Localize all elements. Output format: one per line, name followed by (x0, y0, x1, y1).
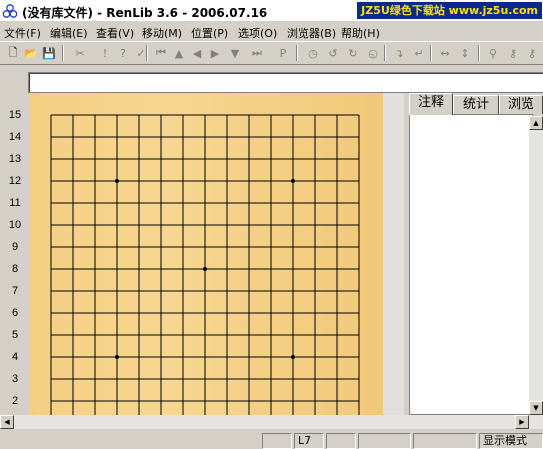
rotate-left-icon[interactable]: ↺ (324, 44, 342, 62)
toolbar: 🗋 📂 💾 ✂ ! ? ✓ ⏮ ▲ ◀ ▶ ▼ ⏭ P ◷ ↺ ↻ ◵ ↴ ↵ … (0, 41, 543, 65)
first-move-icon[interactable]: ⏮ (152, 44, 170, 62)
horizontal-scrollbar[interactable]: ◀ ▶ (0, 415, 543, 429)
row-label: 12 (8, 175, 22, 187)
window-title: (没有库文件) - RenLib 3.6 - 2006.07.16 (22, 6, 268, 20)
status-mode: 显示模式 (479, 433, 543, 449)
star-point (203, 267, 207, 271)
status-cell-empty (262, 433, 292, 449)
row-label: 14 (8, 131, 22, 143)
down-icon[interactable]: ▼ (226, 44, 244, 62)
menu-options[interactable]: 选项(O) (238, 25, 277, 41)
up-icon[interactable]: ▲ (170, 44, 188, 62)
row-label: 5 (11, 329, 19, 341)
find-icon[interactable]: ⚲ (484, 44, 502, 62)
row-label: 7 (11, 285, 19, 297)
rotate-back-icon[interactable]: ◵ (364, 44, 382, 62)
star-point (115, 355, 119, 359)
toolbar-separator (296, 45, 298, 61)
open-folder-icon[interactable]: 📂 (22, 44, 40, 62)
row-label: 4 (11, 351, 19, 363)
scroll-right-icon[interactable]: ▶ (515, 415, 529, 429)
turn-down-left-icon[interactable]: ↵ (410, 44, 428, 62)
position-p-icon[interactable]: P (274, 44, 292, 62)
question-icon[interactable]: ? (114, 44, 132, 62)
row-label: 6 (11, 307, 19, 319)
comment-input[interactable] (28, 72, 543, 93)
save-icon[interactable]: 💾 (40, 44, 58, 62)
scroll-up-icon[interactable]: ▲ (529, 116, 543, 130)
tab-statistics[interactable]: 统计 (453, 95, 499, 114)
menu-file[interactable]: 文件(F) (4, 25, 41, 41)
star-point (291, 179, 295, 183)
renlib-logo-icon (2, 4, 18, 18)
status-cell-empty (358, 433, 411, 449)
status-position: L7 (294, 433, 324, 449)
menu-view[interactable]: 查看(V) (96, 25, 134, 41)
menu-edit[interactable]: 编辑(E) (50, 25, 88, 41)
back-icon[interactable]: ◀ (188, 44, 206, 62)
exclamation-icon[interactable]: ! (96, 44, 114, 62)
star-point (115, 179, 119, 183)
status-cell-empty (326, 433, 356, 449)
row-label: 2 (11, 395, 19, 407)
toolbar-separator (62, 45, 64, 61)
row-label: 9 (11, 241, 19, 253)
menu-move[interactable]: 移动(M) (142, 25, 182, 41)
menu-browser[interactable]: 浏览器(B) (287, 25, 336, 41)
vertical-scrollbar[interactable]: ▲ ▼ (529, 116, 543, 415)
key-alt-icon[interactable]: ⚷ (523, 44, 541, 62)
flip-vertical-icon[interactable]: ↕ (456, 44, 474, 62)
side-panel: 注释 统计 浏览 ▲ ▼ (404, 93, 543, 415)
tab-browse[interactable]: 浏览 (499, 95, 543, 114)
toolbar-separator (384, 45, 386, 61)
menu-help[interactable]: 帮助(H) (341, 25, 380, 41)
board-area: 15 14 13 12 11 10 9 8 7 6 5 4 3 2 (0, 93, 404, 415)
forward-icon[interactable]: ▶ (206, 44, 224, 62)
rotate-right-icon[interactable]: ↻ (344, 44, 362, 62)
menu-position[interactable]: 位置(P) (191, 25, 228, 41)
row-label: 8 (11, 263, 19, 275)
turn-down-right-icon[interactable]: ↴ (390, 44, 408, 62)
cut-icon[interactable]: ✂ (71, 44, 89, 62)
scroll-down-icon[interactable]: ▼ (529, 401, 543, 415)
row-label: 15 (8, 109, 22, 121)
tab-comments[interactable]: 注释 (409, 93, 453, 115)
title-bar: (没有库文件) - RenLib 3.6 - 2006.07.16 JZ5U绿色… (0, 0, 543, 21)
row-label: 13 (8, 153, 22, 165)
last-move-icon[interactable]: ⏭ (248, 44, 266, 62)
row-label: 3 (11, 373, 19, 385)
board-margin (383, 93, 404, 415)
status-bar: L7 显示模式 (0, 431, 543, 449)
toolbar-separator (478, 45, 480, 61)
flip-horizontal-icon[interactable]: ↔ (436, 44, 454, 62)
watermark-badge: JZ5U绿色下载站 www.jz5u.com (357, 2, 542, 19)
row-label: 11 (9, 197, 21, 209)
board-grid[interactable] (29, 93, 383, 415)
status-cell-empty (413, 433, 477, 449)
key-icon[interactable]: ⚷ (504, 44, 522, 62)
row-label: 10 (8, 219, 22, 231)
toolbar-separator (146, 45, 148, 61)
star-point (291, 355, 295, 359)
clock-icon[interactable]: ◷ (304, 44, 322, 62)
menu-bar: 文件(F) 编辑(E) 查看(V) 移动(M) 位置(P) 选项(O) 浏览器(… (0, 22, 543, 41)
gomoku-board[interactable] (29, 93, 383, 415)
new-file-icon[interactable]: 🗋 (4, 44, 22, 62)
status-message (0, 433, 260, 449)
comments-text-area[interactable] (409, 114, 533, 415)
toolbar-separator (430, 45, 432, 61)
scroll-left-icon[interactable]: ◀ (0, 415, 14, 429)
